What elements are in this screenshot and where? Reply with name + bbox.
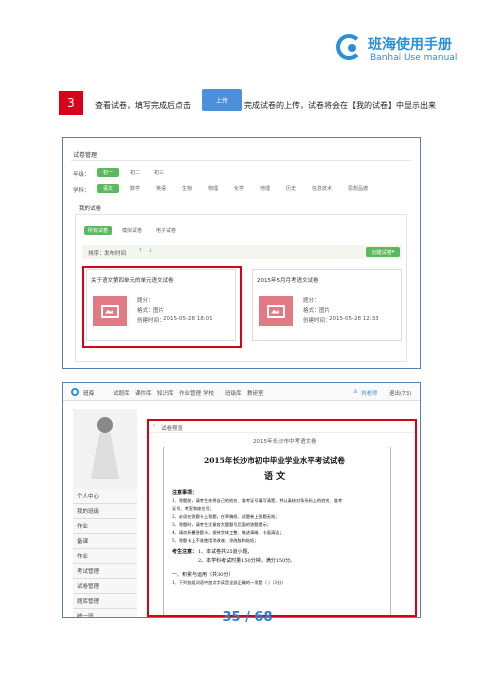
nav-item[interactable]: 作业管理 [179,389,201,397]
sort-value[interactable]: 发布时间 [104,249,126,257]
page-number: 35 / 68 [0,610,495,625]
sidebar-item[interactable]: 作业 [73,549,137,564]
brand-name: 班海 [83,391,95,397]
exam-card-format-label: 格式： [303,308,320,314]
sidebar-item[interactable]: 作业 [73,519,137,534]
highlight-box [82,266,242,348]
exam-card-format-value: 图片 [319,308,331,314]
sidebar-illustration [73,409,137,489]
nav-item[interactable]: 试题库 [113,389,130,397]
exam-card-score-label: 题分： [303,298,320,304]
my-exams-panel: 所有试卷 模拟试卷 电子试卷 排序： 发布时间 ↑ ↓ 创建试卷 ▾ 关于语文第… [75,214,407,362]
sidebar-item[interactable]: 题库管理 [73,594,137,609]
chevron-down-icon: ▾ [391,249,395,255]
sort-bar [82,245,402,259]
my-exams-label: 我的试卷 [79,206,102,212]
sidebar-item[interactable]: 个人中心 [73,489,137,504]
step-text-before: 查看试卷，填写完成后点击 [95,101,191,110]
brand-logo-icon [71,388,79,396]
subject-option-geography[interactable]: 地理 [255,184,275,193]
nav-item[interactable]: 知识库 [157,389,174,397]
exam-management-title: 试卷管理 [73,152,98,159]
subject-option-physics[interactable]: 物理 [203,184,223,193]
grade-option-2[interactable]: 初二 [125,168,145,177]
sidebar-item[interactable]: 试卷管理 [73,579,137,594]
exam-card[interactable]: 2015年5月月考语文试卷 题分： 格式： 图片 创建时间： 2015-05-2… [252,269,402,341]
subject-option-biology[interactable]: 生物 [177,184,197,193]
step-text-after: 完成试卷的上传，试卷将会在【我的试卷】中显示出来 [244,101,436,110]
page-total: 68 [254,610,273,625]
grade-option-1[interactable]: 初一 [97,168,119,177]
grade-option-3[interactable]: 初三 [149,168,169,177]
tab-mock-exams[interactable]: 模拟试卷 [118,226,146,235]
sidebar-item[interactable]: 备课 [73,534,137,549]
subject-option-it[interactable]: 信息技术 [307,184,337,193]
tab-all-exams[interactable]: 所有试卷 [84,226,112,235]
exam-card-title: 2015年5月月考语文试卷 [257,278,319,284]
nav-item[interactable]: 课件库 [135,389,152,397]
logo-title: 班海使用手册 [368,37,452,53]
user-name[interactable]: 刘老师 [361,389,378,397]
page-current: 35 [222,610,241,625]
subject-label: 学科： [73,188,90,194]
sidebar-item[interactable]: 我的班级 [73,504,137,519]
exam-card-time-value: 2015-05-28 12:33 [329,316,379,322]
subject-option-moral[interactable]: 思想品德 [343,184,373,193]
sidebar-item[interactable]: 考试管理 [73,564,137,579]
subject-option-chinese[interactable]: 语文 [97,184,119,193]
nav-item[interactable]: 班级库 [225,389,242,397]
subject-option-math[interactable]: 数学 [125,184,145,193]
upload-button-illustration: 上传 [202,89,242,111]
grade-label: 年级： [73,172,90,178]
logo-subtitle: Banhai Use manual [370,53,458,63]
tab-electronic-exams[interactable]: 电子试卷 [152,226,180,235]
exam-preview-screenshot: 班海 试题库 课件库 知识库 作业管理 学校 班级库 教研室 ♙ 刘老师 退出(… [62,382,421,618]
user-icon: ♙ [353,389,358,395]
subject-option-history[interactable]: 历史 [281,184,301,193]
exam-management-screenshot: 试卷管理 年级： 初一 初二 初三 学科： 语文 数学 英语 生物 物理 化学 … [62,137,421,369]
logo-dot-icon [348,44,356,52]
logout-link[interactable]: 退出(73) [389,389,411,397]
exam-card-time-label: 创建时间： [303,318,331,324]
divider [71,160,411,161]
step-number-badge: 3 [59,91,83,115]
sort-label: 排序： [88,251,105,257]
nav-item[interactable]: 学校 [203,389,214,397]
arrow-up-icon[interactable]: ↑ [138,248,143,254]
image-thumbnail-icon [259,296,293,326]
highlight-box [147,419,417,617]
subject-option-chemistry[interactable]: 化学 [229,184,249,193]
nav-item[interactable]: 教研室 [247,389,264,397]
create-exam-button[interactable]: 创建试卷 ▾ [366,247,400,257]
subject-option-english[interactable]: 英语 [151,184,171,193]
page-separator: / [240,610,255,625]
arrow-down-icon[interactable]: ↓ [148,248,153,254]
